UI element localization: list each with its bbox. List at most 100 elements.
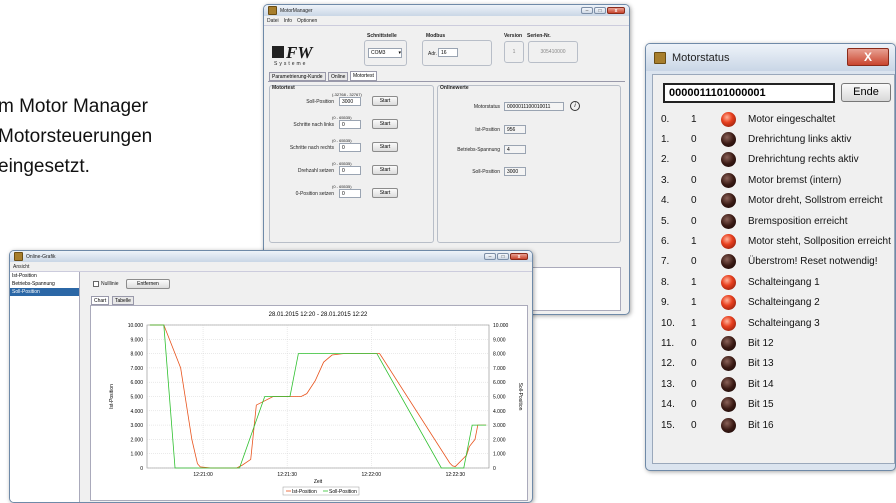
bit-index: 15. [661,419,675,431]
x-tick-label: 12:22:30 [446,472,466,478]
close-button[interactable]: x [510,253,528,260]
tab-chart[interactable]: Chart [91,296,110,305]
field-input[interactable]: 0 [339,166,361,175]
status-bit-row: 11. 0 Bit 12 [661,333,774,353]
nulllinie-checkbox[interactable] [93,281,99,287]
close-button[interactable]: x [607,7,625,14]
bit-label: Bit 16 [748,419,774,431]
led-off-icon [721,356,736,372]
adr-label: Adr. [428,51,437,57]
maximize-button[interactable]: □ [594,7,606,14]
chevron-down-icon: ▾ [398,50,401,56]
minimize-button[interactable]: – [484,253,496,260]
status-bit-row: 7. 0 Überstrom! Reset notwendig! [661,252,878,272]
motortest-title: Motortest [272,85,295,91]
menu-bar: Datei Info Optionen [264,16,629,26]
bit-label: Bremsposition erreicht [748,215,848,227]
app-icon [268,6,277,15]
tab-tabelle[interactable]: Tabelle [112,296,134,305]
title-bar: MotorManager – □ x [264,5,629,16]
status-bit-row: 0. 1 Motor eingeschaltet [661,109,835,129]
bit-index: 0. [661,113,670,125]
bit-index: 12. [661,358,675,370]
y-tick-label-left: 0 [140,466,143,472]
legend-label: Ist-Position [292,489,317,495]
info-icon[interactable]: i [570,101,580,111]
bit-index: 2. [661,154,670,166]
y-tick-label-left: 9.000 [130,337,143,343]
series-item[interactable]: Ist-Position [10,272,79,280]
y-tick-label-right: 0 [493,466,496,472]
led-off-icon [721,193,736,209]
y-tick-label-right: 5.000 [493,395,506,401]
menu-optionen[interactable]: Optionen [297,18,317,24]
logo: FW [272,43,312,63]
y-tick-label-left: 4.000 [130,409,143,415]
x-axis-label: Zeit [314,479,323,485]
status-bit-row: 3. 0 Motor bremst (intern) [661,170,841,190]
field-input[interactable]: 0 [339,189,361,198]
led-on-icon [721,274,736,290]
y-tick-label-left: 6.000 [130,380,143,386]
adr-input[interactable]: 16 [438,48,458,57]
status-bit-row: 15. 0 Bit 16 [661,415,774,435]
nulllinie-label: Nulllinie [101,281,119,287]
y-tick-label-right: 10.000 [493,323,509,329]
line-chart: 28.01.2015 12:20 - 28.01.2015 12:22 0 0 1.0… [109,312,523,496]
start-button[interactable]: Start [372,119,398,129]
y-tick-label-left: 2.000 [130,437,143,443]
series-list: Ist-Position Betriebs-Spannung Soll-Posi… [10,272,80,502]
field-input[interactable]: 3000 [339,97,361,106]
bit-value: 0 [691,195,697,207]
status-bit-row: 5. 0 Bremsposition erreicht [661,211,847,231]
led-off-icon [721,397,736,413]
start-button[interactable]: Start [372,188,398,198]
start-button[interactable]: Start [372,165,398,175]
y-tick-label-left: 10.000 [128,323,144,329]
ende-button[interactable]: Ende [841,83,891,102]
status-bit-row: 10. 1 Schalteingang 3 [661,313,820,333]
status-bit-row: 4. 0 Motor dreht, Sollstrom erreicht [661,191,883,211]
bit-value: 0 [691,378,697,390]
online-label: Motorstatus [473,104,500,110]
caption-line-2: Motorsteuerungen [0,126,153,147]
bit-label: Schalteingang 2 [748,297,820,309]
online-value: 956 [504,125,526,134]
tab-motortest[interactable]: Motortest [350,71,377,81]
tab-parametrierung[interactable]: Parametrierung-Kunde [269,72,326,81]
online-value: 3000 [504,167,526,176]
bit-value: 0 [691,399,697,411]
online-value: 0000011100010011 [504,102,564,111]
close-button[interactable]: X [847,48,889,66]
led-on-icon [721,233,736,249]
menu-info[interactable]: Info [284,18,292,24]
field-label: 0-Position setzen [295,191,334,197]
series-item[interactable]: Betriebs-Spannung [10,280,79,288]
legend-label: Soll-Position [329,489,357,495]
minimize-button[interactable]: – [581,7,593,14]
start-button[interactable]: Start [372,142,398,152]
bit-label: Bit 15 [748,399,774,411]
port-select[interactable]: COM3 ▾ [368,48,402,58]
tab-online[interactable]: Online [328,72,349,81]
window-title: Motorstatus [672,51,730,64]
bit-label: Motor eingeschaltet [748,113,836,125]
bit-index: 3. [661,174,670,186]
y-axis-label-left: Ist-Position [109,384,115,409]
field-input[interactable]: 0 [339,143,361,152]
bit-label: Bit 12 [748,337,774,349]
menu-datei[interactable]: Datei [267,18,279,24]
version-value: 1 [504,41,524,63]
menu-ansicht[interactable]: Ansicht [13,264,29,270]
serien-value: 305410000 [528,41,578,63]
start-button[interactable]: Start [372,96,398,106]
entfernen-button[interactable]: Entfernen [126,279,170,289]
maximize-button[interactable]: □ [497,253,509,260]
version-label: Version [504,33,523,39]
series-item[interactable]: Soll-Position [10,288,79,296]
x-tick-label: 12:22:00 [362,472,382,478]
field-input[interactable]: 0 [339,120,361,129]
field-label: Schritte nach links [293,122,334,128]
chart-area: 28.01.2015 12:20 - 28.01.2015 12:22 0 0 1.0… [90,305,528,501]
status-code-field[interactable]: 0000011101000001 [663,83,835,103]
